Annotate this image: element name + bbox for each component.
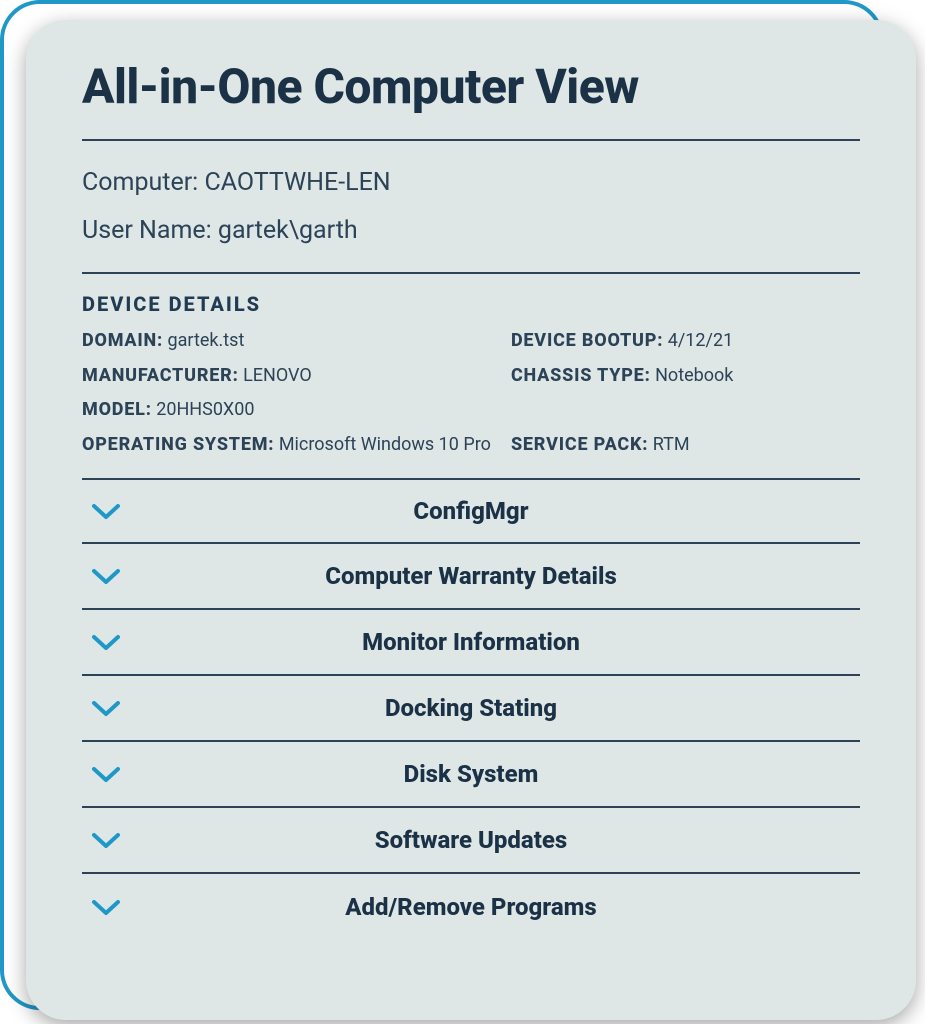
accordion-item-warranty[interactable]: Computer Warranty Details xyxy=(82,544,860,610)
username-row: User Name: gartek\garth xyxy=(82,207,860,255)
accordion-item-updates[interactable]: Software Updates xyxy=(82,808,860,874)
computer-value: CAOTTWHE-LEN xyxy=(204,168,390,197)
chevron-down-icon xyxy=(90,560,122,592)
accordion-label: Monitor Information xyxy=(82,628,860,656)
detail-service-pack: SERVICE PACK: RTM xyxy=(511,430,860,461)
detail-bootup: DEVICE BOOTUP: 4/12/21 xyxy=(511,326,860,357)
computer-row: Computer: CAOTTWHE-LEN xyxy=(82,159,860,207)
accordion-label: ConfigMgr xyxy=(82,497,860,525)
divider xyxy=(82,272,860,274)
device-details-header: DEVICE DETAILS xyxy=(82,292,860,316)
chevron-down-icon xyxy=(90,626,122,658)
computer-info: Computer: CAOTTWHE-LEN User Name: gartek… xyxy=(82,141,860,272)
detail-manufacturer: MANUFACTURER: LENOVO xyxy=(82,361,491,392)
accordion-item-monitor[interactable]: Monitor Information xyxy=(82,610,860,676)
detail-chassis: CHASSIS TYPE: Notebook xyxy=(511,361,860,392)
chevron-down-icon xyxy=(90,758,122,790)
detail-os: OPERATING SYSTEM: Microsoft Windows 10 P… xyxy=(82,430,491,461)
username-label: User Name: xyxy=(82,216,212,245)
accordion-item-programs[interactable]: Add/Remove Programs xyxy=(82,874,860,940)
accordion-label: Computer Warranty Details xyxy=(82,562,860,590)
chevron-down-icon xyxy=(90,824,122,856)
accordion-label: Software Updates xyxy=(82,826,860,854)
page-title: All-in-One Computer View xyxy=(82,58,860,115)
computer-label: Computer: xyxy=(82,168,198,197)
accordion-label: Disk System xyxy=(82,760,860,788)
accordion-item-docking[interactable]: Docking Stating xyxy=(82,676,860,742)
accordion-item-disk[interactable]: Disk System xyxy=(82,742,860,808)
accordion: ConfigMgr Computer Warranty Details Moni… xyxy=(82,478,860,940)
computer-view-card: All-in-One Computer View Computer: CAOTT… xyxy=(26,20,916,1020)
chevron-down-icon xyxy=(90,692,122,724)
username-value: gartek\garth xyxy=(218,216,358,245)
chevron-down-icon xyxy=(90,891,122,923)
accordion-item-configmgr[interactable]: ConfigMgr xyxy=(82,478,860,544)
accordion-label: Docking Stating xyxy=(82,694,860,722)
detail-model: MODEL: 20HHS0X00 xyxy=(82,395,491,426)
device-details-grid: DOMAIN: gartek.tst DEVICE BOOTUP: 4/12/2… xyxy=(82,326,860,478)
chevron-down-icon xyxy=(90,495,122,527)
detail-domain: DOMAIN: gartek.tst xyxy=(82,326,491,357)
accordion-label: Add/Remove Programs xyxy=(82,893,860,921)
